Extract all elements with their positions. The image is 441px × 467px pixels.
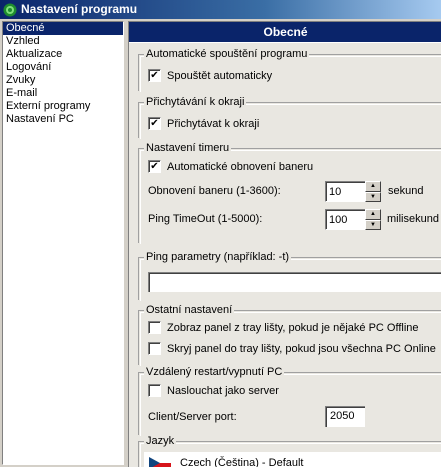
timer-group: Nastavení timeru Automatické obnovení ba…	[138, 141, 441, 243]
snap-label: Přichytávat k okraji	[167, 117, 260, 130]
nav-item-email[interactable]: E-mail	[3, 87, 123, 100]
language-value: Czech (Čeština) - Default	[180, 457, 304, 467]
checkbox-checked-icon	[148, 69, 161, 82]
panel-body: Automatické spouštění programu Spouštět …	[129, 42, 441, 467]
czech-flag-icon	[149, 457, 171, 467]
ping-timeout-unit: milisekund	[387, 213, 439, 225]
listen-server-checkbox[interactable]: Naslouchat jako server	[148, 384, 279, 397]
timer-legend: Nastavení timeru	[144, 141, 232, 155]
hide-panel-online-label: Skryj panel do tray lišty, pokud jsou vš…	[167, 342, 436, 355]
title-bar[interactable]: Nastavení programu	[0, 0, 441, 19]
ping-params-input[interactable]	[148, 272, 441, 292]
language-legend: Jazyk	[144, 434, 177, 448]
snap-checkbox[interactable]: Přichytávat k okraji	[148, 117, 259, 130]
nav-item-logovani[interactable]: Logování	[3, 61, 123, 74]
port-label: Client/Server port:	[148, 411, 237, 423]
snap-group: Přichytávání k okraji Přichytávat k okra…	[138, 95, 441, 138]
checkbox-checked-icon	[148, 160, 161, 173]
settings-panel: Obecné Automatické spouštění programu Sp…	[128, 21, 441, 467]
nav-item-obecne[interactable]: Obecné	[3, 22, 123, 35]
hide-panel-online-checkbox[interactable]: Skryj panel do tray lišty, pokud jsou vš…	[148, 342, 436, 355]
autostart-checkbox[interactable]: Spouštět automaticky	[148, 69, 272, 82]
autostart-label: Spouštět automaticky	[167, 69, 273, 82]
window-title: Nastavení programu	[21, 2, 138, 16]
autostart-group: Automatické spouštění programu Spouštět …	[138, 47, 441, 91]
listen-server-label: Naslouchat jako server	[167, 384, 279, 397]
spin-down-icon[interactable]: ▼	[365, 191, 381, 202]
nav-item-vzhled[interactable]: Vzhled	[3, 35, 123, 48]
refresh-label: Obnovení baneru (1-3600):	[148, 185, 281, 197]
spin-up-icon[interactable]: ▲	[365, 209, 381, 220]
refresh-unit: sekund	[388, 185, 424, 197]
checkbox-unchecked-icon	[148, 342, 161, 355]
snap-legend: Přichytávání k okraji	[144, 95, 247, 109]
ping-params-legend: Ping parametry (například: -t)	[144, 250, 292, 264]
app-icon	[3, 3, 17, 16]
remote-restart-group: Vzdálený restart/vypnutí PC Naslouchat j…	[138, 365, 441, 435]
ping-timeout-spinner[interactable]: 100 ▲ ▼	[325, 209, 381, 230]
show-panel-offline-checkbox[interactable]: Zobraz panel z tray lišty, pokud je něja…	[148, 321, 419, 334]
other-settings-group: Ostatní nastavení Zobraz panel z tray li…	[138, 303, 441, 365]
auto-refresh-checkbox[interactable]: Automatické obnovení baneru	[148, 160, 313, 173]
spin-down-icon[interactable]: ▼	[365, 219, 381, 230]
nav-item-nastaveni-pc[interactable]: Nastavení PC	[3, 113, 123, 126]
refresh-input[interactable]: 10	[325, 181, 365, 202]
show-panel-offline-label: Zobraz panel z tray lišty, pokud je něja…	[167, 321, 419, 334]
spin-up-icon[interactable]: ▲	[365, 181, 381, 192]
ping-timeout-label: Ping TimeOut (1-5000):	[148, 213, 263, 225]
ping-timeout-input[interactable]: 100	[325, 209, 365, 230]
checkbox-unchecked-icon	[148, 384, 161, 397]
checkbox-checked-icon	[148, 117, 161, 130]
ping-params-group: Ping parametry (například: -t)	[138, 250, 441, 300]
nav-item-zvuky[interactable]: Zvuky	[3, 74, 123, 87]
panel-title: Obecné	[129, 22, 441, 42]
auto-refresh-label: Automatické obnovení baneru	[167, 160, 314, 173]
other-settings-legend: Ostatní nastavení	[144, 303, 235, 317]
checkbox-unchecked-icon	[148, 321, 161, 334]
nav-item-aktualizace[interactable]: Aktualizace	[3, 48, 123, 61]
nav-item-externi-programy[interactable]: Externí programy	[3, 100, 123, 113]
port-input[interactable]: 2050	[325, 406, 365, 427]
language-group: Jazyk Czech (Čeština) - Default	[138, 434, 441, 467]
remote-restart-legend: Vzdálený restart/vypnutí PC	[144, 365, 285, 379]
language-select[interactable]: Czech (Čeština) - Default	[144, 452, 441, 467]
settings-category-list[interactable]: Obecné Vzhled Aktualizace Logování Zvuky…	[2, 21, 124, 465]
refresh-spinner[interactable]: 10 ▲ ▼	[325, 181, 381, 202]
autostart-legend: Automatické spouštění programu	[144, 47, 310, 61]
